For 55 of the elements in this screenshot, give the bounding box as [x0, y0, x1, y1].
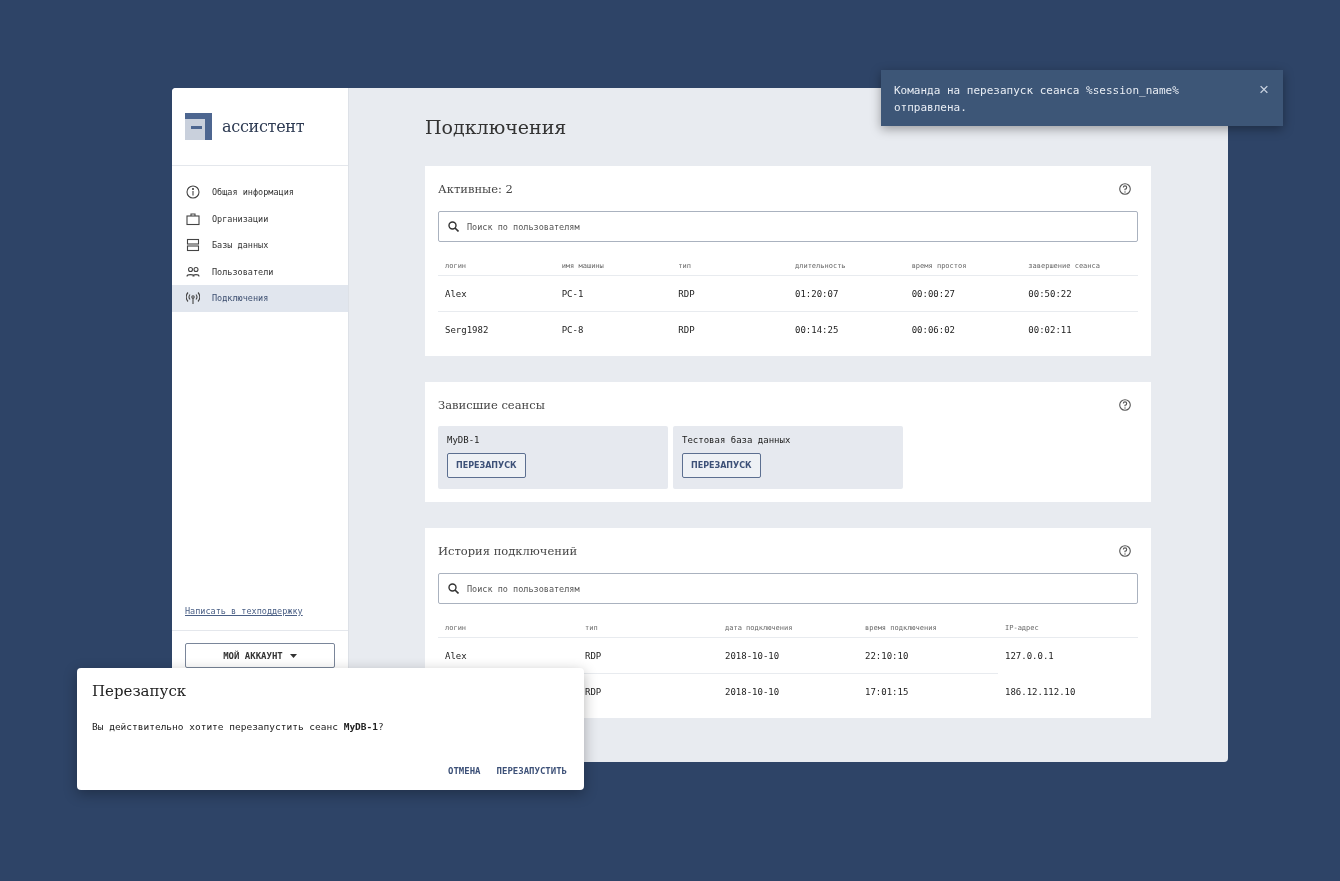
table-cell-text: 2018-10-10 [724, 685, 781, 699]
table-cell: PC-1 [554, 276, 672, 312]
table-cell-text: 186.12.112.10 [1004, 685, 1077, 699]
search-icon [448, 583, 459, 594]
table-cell: Alex [438, 276, 555, 312]
table-cell-text: 127.0.0.1 [1004, 649, 1055, 663]
search-icon [448, 221, 459, 232]
search-field[interactable]: Поиск по пользователям [438, 211, 1138, 242]
table-cell-text: PC-8 [560, 323, 585, 337]
info-icon [186, 185, 200, 200]
account-button[interactable]: МОЙ АККАУНТ [185, 643, 335, 668]
support-link[interactable]: Написать в техподдержку [172, 606, 348, 630]
antenna-icon [186, 291, 200, 306]
dialog-button[interactable]: ПЕРЕЗАПУСТИТЬ [494, 764, 569, 778]
table-cell-text: 00:02:11 [1027, 323, 1073, 337]
table-cell: 00:00:27 [904, 276, 1022, 312]
help-icon[interactable] [1119, 545, 1131, 557]
caret-icon [289, 653, 297, 658]
toast-message: Команда на перезапуск сеанса %session_name% отправлена. [894, 83, 1180, 116]
nav-item[interactable]: Подключения [172, 285, 348, 312]
search-field[interactable]: Поиск по пользователям [438, 573, 1138, 604]
users-icon [186, 264, 200, 279]
nav-item[interactable]: Организации [172, 205, 348, 232]
restart-button[interactable]: ПЕРЕЗАПУСК [682, 453, 761, 478]
nav-item[interactable]: Общая информация [172, 179, 348, 206]
session-name: MyDB-1 [447, 435, 480, 445]
table-cell-text: 00:14:25 [794, 323, 840, 337]
close-button[interactable]: × [1259, 83, 1269, 97]
card-title: Активные: 2 [438, 182, 513, 196]
briefcase-icon [186, 211, 200, 226]
table-cell: RDP [671, 276, 788, 312]
table-cell-text: 17:01:15 [864, 685, 910, 699]
card-title: Зависшие сеансы [438, 398, 545, 412]
table-cell: 22:10:10 [858, 638, 998, 674]
database-icon [186, 238, 200, 253]
dialog-button[interactable]: ОТМЕНА [446, 764, 483, 778]
nav-item[interactable]: Базы данных [172, 232, 348, 259]
restart-button[interactable]: ПЕРЕЗАПУСК [447, 453, 526, 478]
table-cell-text: RDP [584, 685, 603, 699]
table-cell: 00:50:22 [1021, 276, 1138, 312]
table-cell: 2018-10-10 [718, 638, 858, 674]
dialog-message: Вы действительно хотите перезапустить сеанс MyDB-1? [92, 721, 385, 732]
table-cell-text: RDP [677, 323, 696, 337]
table-cell: 01:20:07 [788, 276, 905, 312]
logo-text: ассистент [222, 117, 305, 136]
session-name: Тестовая база данных [682, 435, 791, 445]
page-title: Подключения [425, 116, 568, 140]
logo-icon [185, 113, 212, 140]
card-title: История подключений [438, 544, 578, 558]
help-icon[interactable] [1119, 399, 1131, 411]
dialog-title: Перезапуск [92, 682, 188, 700]
table-cell-text: 00:06:02 [910, 323, 956, 337]
table-cell-text: Serg1982 [444, 323, 490, 337]
help-icon[interactable] [1119, 183, 1131, 195]
nav-item[interactable]: Пользователи [172, 258, 348, 285]
